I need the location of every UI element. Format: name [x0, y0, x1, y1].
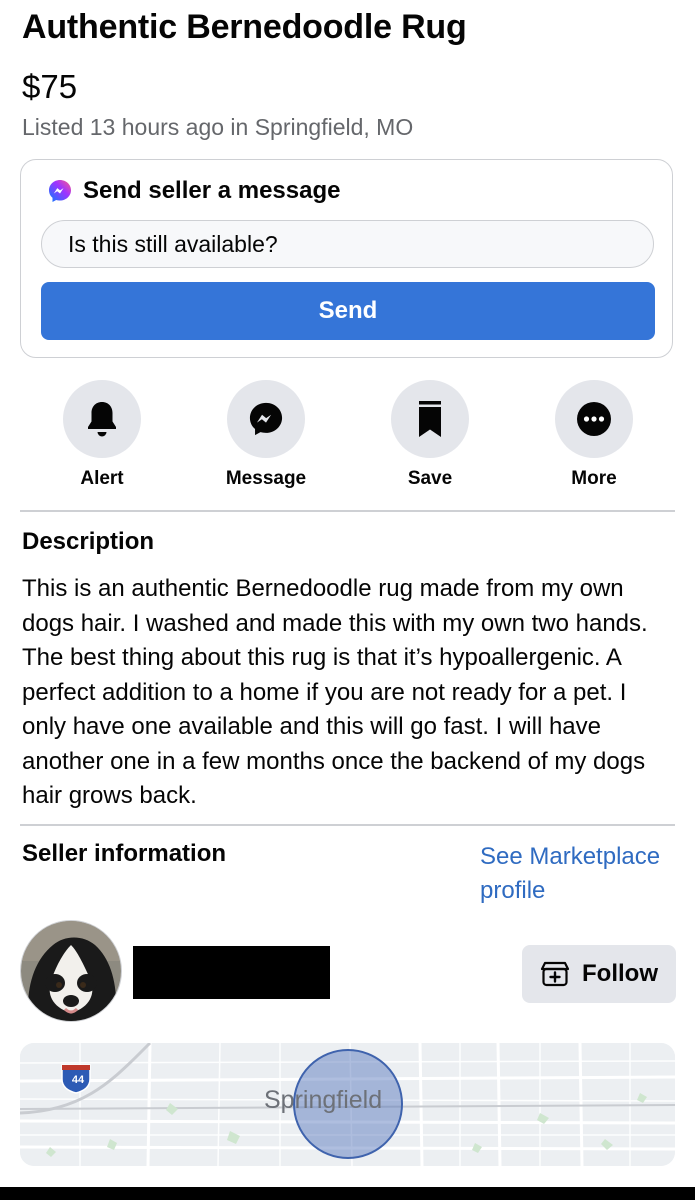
- marketplace-profile-link[interactable]: See Marketplace profile: [480, 840, 680, 908]
- highway-shield-label: 44: [71, 1074, 85, 1086]
- location-map[interactable]: 44 Springfield: [20, 1043, 675, 1166]
- more-button[interactable]: More: [524, 380, 664, 490]
- messenger-icon: [49, 180, 71, 202]
- listing-title: Authentic Bernedoodle Rug: [22, 8, 467, 46]
- message-circle[interactable]: [227, 380, 305, 458]
- save-button[interactable]: Save: [360, 380, 500, 490]
- save-circle[interactable]: [391, 380, 469, 458]
- ellipsis-icon: [577, 402, 611, 436]
- send-message-header: Send seller a message: [47, 177, 340, 205]
- divider: [20, 510, 675, 512]
- divider: [20, 824, 675, 826]
- action-bar: Alert Message Save More: [0, 380, 695, 495]
- bottom-bar: [0, 1187, 695, 1200]
- message-input[interactable]: [41, 220, 654, 268]
- more-circle[interactable]: [555, 380, 633, 458]
- message-label: Message: [225, 468, 307, 489]
- seller-name-redacted: [133, 946, 330, 999]
- description-heading: Description: [22, 528, 155, 555]
- seller-avatar[interactable]: [20, 920, 122, 1022]
- follow-store-icon: [540, 961, 570, 987]
- alert-circle[interactable]: [63, 380, 141, 458]
- save-label: Save: [407, 468, 453, 489]
- send-message-heading: Send seller a message: [83, 177, 341, 204]
- listing-meta: Listed 13 hours ago in Springfield, MO: [22, 114, 414, 140]
- send-button[interactable]: Send: [41, 282, 655, 340]
- description-text: This is an authentic Bernedoodle rug mad…: [22, 575, 648, 809]
- bookmark-icon: [419, 401, 441, 437]
- seller-info-heading: Seller information: [22, 840, 227, 867]
- more-label: More: [571, 468, 617, 489]
- send-message-card: Send seller a message Send: [20, 159, 673, 358]
- listing-price: $75: [22, 68, 78, 105]
- messenger-icon: [249, 402, 283, 436]
- bell-icon: [88, 402, 116, 437]
- alert-button[interactable]: Alert: [32, 380, 172, 490]
- alert-label: Alert: [80, 468, 124, 489]
- message-button[interactable]: Message: [196, 380, 336, 490]
- dog-photo: [21, 921, 121, 1021]
- follow-label: Follow: [582, 960, 658, 987]
- map-city-label: Springfield: [264, 1086, 383, 1114]
- follow-button[interactable]: Follow: [522, 945, 676, 1003]
- marketplace-listing-page: Authentic Bernedoodle Rug $75 Listed 13 …: [0, 0, 695, 1200]
